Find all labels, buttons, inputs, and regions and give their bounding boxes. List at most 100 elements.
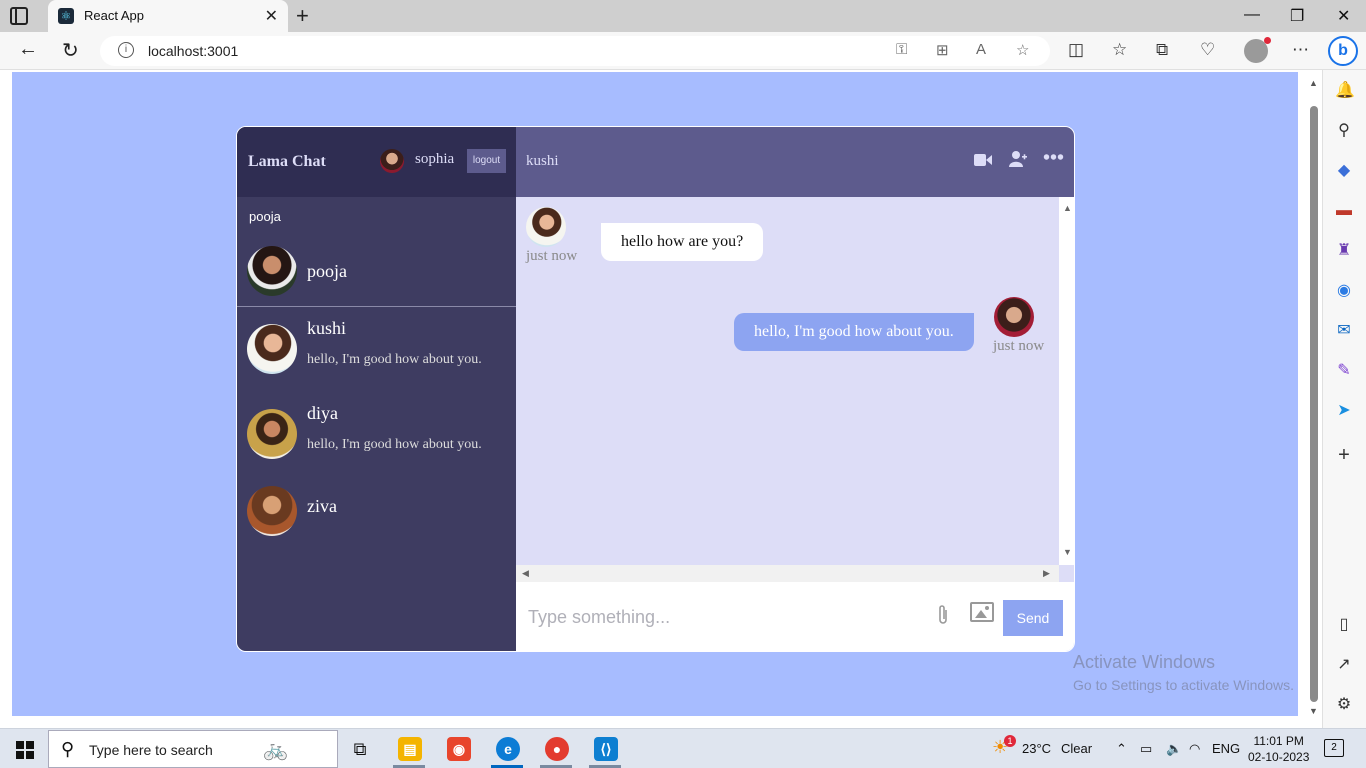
page-viewport: Lama Chat sophia logout pooja pooja kush… [12, 72, 1298, 716]
scroll-left-icon[interactable]: ◀ [522, 568, 529, 579]
message-input[interactable] [528, 602, 928, 632]
scroll-right-icon[interactable]: ▶ [1043, 568, 1050, 579]
office-icon[interactable]: ◉ [1335, 282, 1353, 300]
profile-avatar[interactable] [1244, 37, 1271, 63]
address-bar: ← ↻ i localhost:3001 ⚿ ⊞ A ☆ ◫ ☆ ⧉ ♡ ⋯ b [0, 32, 1366, 70]
new-tab-icon[interactable]: + [296, 3, 309, 29]
message-avatar [994, 297, 1034, 337]
send-paper-icon[interactable]: ➤ [1335, 402, 1353, 420]
refresh-icon[interactable]: ↻ [62, 38, 79, 63]
send-button[interactable]: Send [1003, 600, 1063, 636]
more-menu-icon[interactable]: ⋯ [1292, 40, 1309, 60]
more-options-icon[interactable]: ••• [1043, 147, 1064, 170]
key-icon[interactable]: ⚿ [896, 41, 907, 58]
messages-horizontal-scrollbar[interactable]: ◀ ▶ [516, 565, 1059, 582]
search-highlight-icon: 🚲 [263, 739, 288, 761]
battery-icon[interactable]: ▭ [1140, 741, 1152, 757]
copilot-icon[interactable]: b [1328, 36, 1358, 66]
speaker-icon[interactable]: 🔈 [1166, 741, 1182, 757]
taskbar: ⚲ Type here to search 🚲 ⧉ ▤ ◉ e ● ⟨⟩ ☀ 1… [0, 728, 1366, 768]
favorites-icon[interactable]: ☆ [1112, 40, 1127, 60]
search-icon: ⚲ [61, 739, 75, 759]
messages-vertical-scrollbar[interactable]: ▲ ▼ [1059, 197, 1074, 565]
collections-icon[interactable]: ⧉ [1156, 40, 1168, 60]
split-screen-icon[interactable]: ◫ [1068, 40, 1084, 60]
vscode-icon[interactable]: ⟨⟩ [594, 737, 618, 761]
language-indicator[interactable]: ENG [1212, 741, 1240, 756]
scroll-down-icon[interactable]: ▼ [1063, 547, 1072, 557]
current-user-avatar [380, 149, 404, 173]
chat-item-last-message: hello, I'm good how about you. [307, 352, 482, 367]
favorite-star-icon[interactable]: ☆ [1016, 41, 1029, 59]
browser-tab[interactable]: ⚛ React App ✕ [48, 0, 288, 32]
task-view-icon[interactable]: ⧉ [348, 737, 372, 761]
scroll-up-icon[interactable]: ▲ [1063, 203, 1072, 213]
avatar [247, 324, 297, 374]
performance-icon[interactable]: ♡ [1200, 40, 1215, 60]
react-icon: ⚛ [58, 8, 74, 24]
chat-list-item[interactable]: ziva [237, 478, 516, 562]
read-aloud-icon[interactable]: A [976, 41, 986, 58]
add-icon[interactable]: + [1335, 445, 1353, 465]
minimize-icon[interactable]: — [1244, 6, 1260, 24]
outlook-icon[interactable]: ✉ [1335, 322, 1353, 340]
taskbar-search-placeholder: Type here to search [89, 742, 213, 758]
apps-icon[interactable]: ⊞ [936, 41, 949, 59]
sidebar-toggle-icon[interactable]: ▯ [1335, 616, 1353, 634]
window-close-icon[interactable]: ✕ [1337, 6, 1350, 26]
toolbox-icon[interactable]: ▬ [1335, 202, 1353, 220]
page-scroll-down-icon[interactable]: ▼ [1309, 706, 1318, 716]
user-search: pooja pooja [237, 197, 516, 307]
logout-button[interactable]: logout [467, 149, 506, 173]
search-result-item[interactable]: pooja [237, 237, 516, 305]
current-user-name: sophia [415, 151, 455, 167]
close-tab-icon[interactable]: ✕ [265, 6, 278, 26]
activate-windows-subtitle: Go to Settings to activate Windows. [1073, 677, 1294, 693]
external-link-icon[interactable]: ↗ [1335, 656, 1353, 674]
image-upload-icon[interactable] [970, 602, 994, 622]
messages-area[interactable]: just now hello how are you? hello, I'm g… [516, 197, 1074, 582]
notification-icon[interactable]: 2 [1324, 739, 1344, 757]
restore-icon[interactable]: ❐ [1290, 6, 1304, 26]
add-user-icon[interactable] [1009, 151, 1027, 172]
chrome-icon[interactable]: ● [545, 737, 569, 761]
designer-icon[interactable]: ✎ [1335, 362, 1353, 380]
info-icon[interactable]: i [118, 42, 134, 58]
url-text[interactable]: localhost:3001 [148, 43, 238, 59]
tab-actions-icon[interactable] [10, 7, 28, 25]
file-explorer-icon[interactable]: ▤ [398, 737, 422, 761]
message-avatar [526, 207, 566, 247]
chat-list-item[interactable]: diya hello, I'm good how about you. [237, 393, 516, 477]
clock-time: 11:01 PM [1253, 734, 1304, 748]
weather-description[interactable]: Clear [1061, 741, 1092, 756]
search-input[interactable]: pooja [249, 209, 281, 224]
message-input-bar: Send [516, 582, 1074, 651]
windows-start-icon[interactable] [16, 741, 34, 759]
page-scrollbar[interactable]: ▲ ▼ [1306, 72, 1322, 720]
shopping-tag-icon[interactable]: ◆ [1335, 162, 1353, 180]
chat-list-item[interactable]: kushi hello, I'm good how about you. [237, 308, 516, 392]
bell-icon[interactable]: 🔔 [1335, 82, 1355, 100]
app-logo: Lama Chat [248, 153, 326, 170]
tab-title: React App [84, 8, 144, 23]
wifi-icon[interactable]: ◠ [1189, 741, 1200, 757]
browser-tab-bar: ⚛ React App ✕ + — ❐ ✕ [0, 0, 1366, 32]
search-icon[interactable]: ⚲ [1335, 122, 1353, 140]
chevron-up-icon[interactable]: ⌃ [1116, 741, 1127, 757]
edge-icon[interactable]: e [496, 737, 520, 761]
app-icon[interactable]: ◉ [447, 737, 471, 761]
video-camera-icon[interactable] [974, 151, 992, 172]
page-scroll-up-icon[interactable]: ▲ [1309, 78, 1318, 88]
avatar [247, 409, 297, 459]
url-field[interactable]: i localhost:3001 ⚿ ⊞ A ☆ [100, 36, 1050, 66]
paperclip-icon[interactable] [936, 604, 950, 632]
back-icon[interactable]: ← [18, 38, 38, 61]
clock[interactable]: 11:01 PM 02-10-2023 [1248, 733, 1309, 765]
chat-header: kushi ••• [516, 127, 1074, 197]
gear-icon[interactable]: ⚙ [1335, 696, 1353, 714]
games-icon[interactable]: ♜ [1335, 242, 1353, 260]
taskbar-search[interactable]: ⚲ Type here to search 🚲 [48, 730, 338, 768]
page-scroll-thumb[interactable] [1310, 106, 1318, 702]
sidebar: Lama Chat sophia logout pooja pooja kush… [237, 127, 516, 651]
weather-temperature[interactable]: 23°C [1022, 741, 1051, 756]
